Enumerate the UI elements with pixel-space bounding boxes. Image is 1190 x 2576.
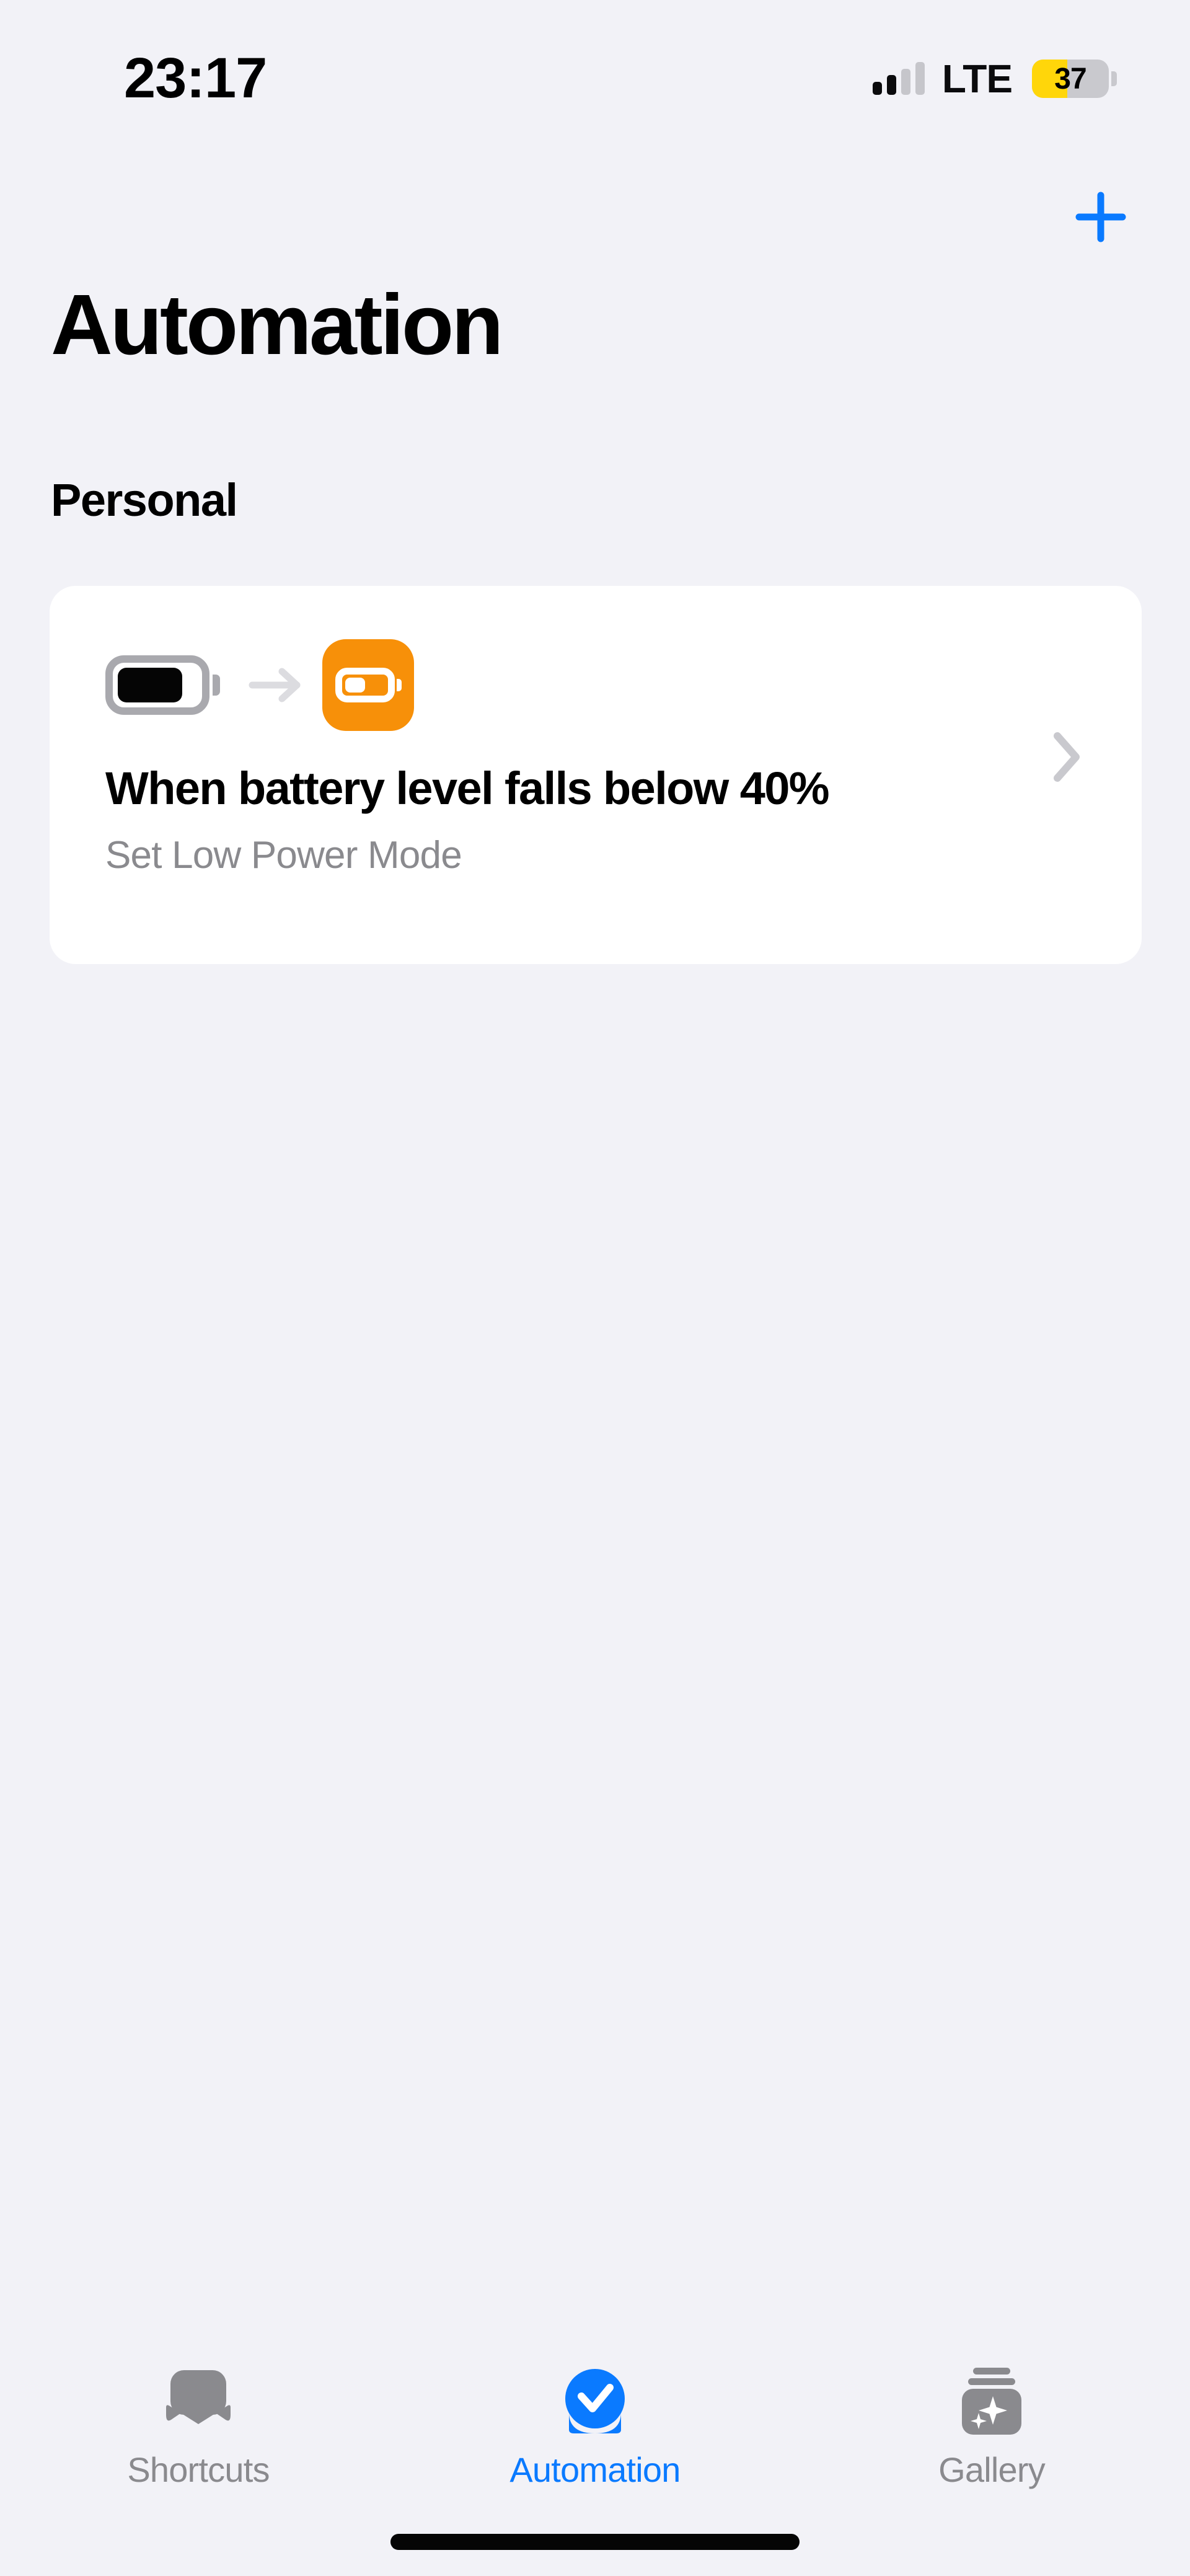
status-bar-indicators: LTE 37 [873, 52, 1117, 105]
tab-label-gallery: Gallery [938, 2451, 1045, 2489]
shortcuts-automation-screen: 23:17 LTE 37 Au [0, 0, 1190, 2576]
battery-icon [105, 652, 229, 718]
tab-label-automation: Automation [509, 2451, 680, 2489]
page-title: Automation [51, 282, 501, 368]
network-type-label: LTE [942, 59, 1012, 99]
battery-status-icon: 37 [1032, 60, 1117, 98]
add-automation-button[interactable] [1069, 185, 1133, 249]
automation-card[interactable]: When battery level falls below 40% Set L… [50, 586, 1142, 964]
square-stack-icon [157, 2355, 239, 2448]
low-power-mode-icon [322, 639, 414, 731]
section-header-personal: Personal [51, 477, 237, 523]
navigation-bar [0, 167, 1190, 260]
tab-gallery[interactable]: Gallery [862, 2355, 1122, 2489]
tab-label-shortcuts: Shortcuts [127, 2451, 269, 2489]
home-indicator[interactable] [390, 2534, 800, 2550]
battery-percent-label: 37 [1032, 60, 1109, 98]
automation-subtitle: Set Low Power Mode [105, 834, 462, 877]
status-bar-time: 23:17 [124, 50, 267, 107]
arrow-right-icon [229, 665, 322, 705]
automation-title: When battery level falls below 40% [105, 764, 829, 813]
sparkles-rectangle-stack-icon [951, 2355, 1033, 2448]
tab-bar: Shortcuts Automation [0, 2344, 1190, 2505]
status-bar: 23:17 LTE 37 [0, 0, 1190, 155]
tab-shortcuts[interactable]: Shortcuts [68, 2355, 328, 2489]
cellular-signal-icon [873, 63, 925, 95]
checkmark-circle-stack-icon [554, 2355, 636, 2448]
automation-icon-row [105, 645, 414, 725]
tab-automation[interactable]: Automation [465, 2355, 725, 2489]
chevron-right-icon[interactable] [1049, 728, 1086, 786]
